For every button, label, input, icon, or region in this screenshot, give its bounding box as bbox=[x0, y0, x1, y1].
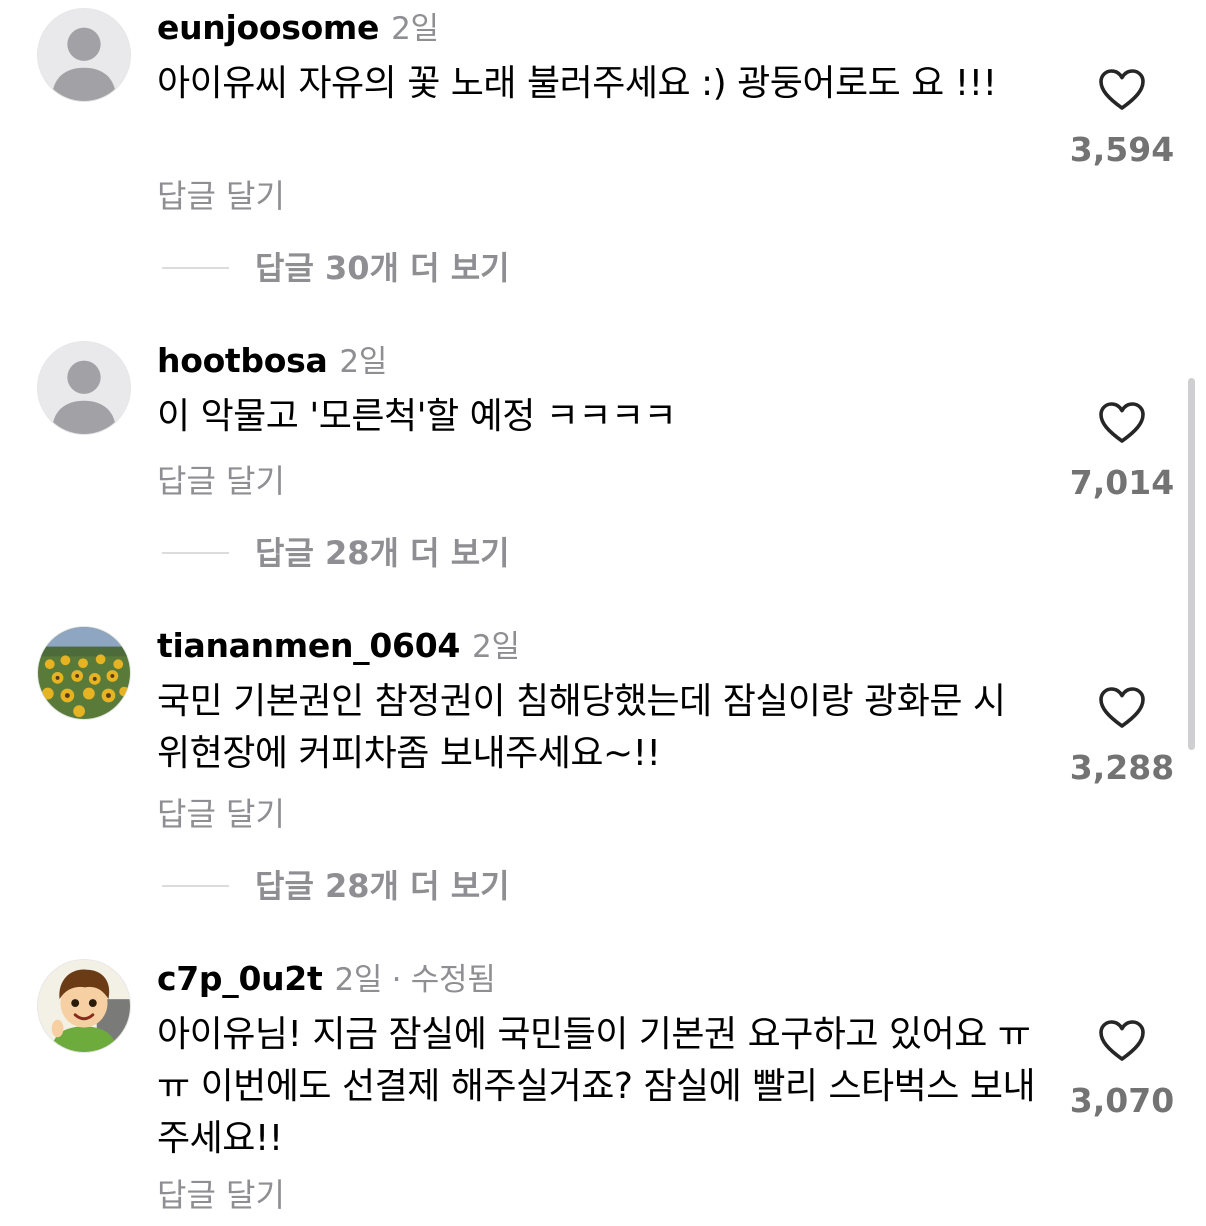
scrollbar[interactable] bbox=[1188, 378, 1195, 750]
comment-edited: · 수정됨 bbox=[382, 962, 496, 998]
divider-line bbox=[162, 267, 229, 269]
cartoon-boy-avatar-icon bbox=[38, 960, 130, 1052]
view-more-replies-label: 답글 30개 더 보기 bbox=[255, 249, 510, 287]
heart-icon[interactable] bbox=[1098, 686, 1146, 730]
comment-text: 아이유씨 자유의 꽃 노래 불러주세요 :) 광둥어로도 요 !!! bbox=[157, 63, 997, 104]
like-count: 3,070 bbox=[1069, 1081, 1175, 1120]
comment-header: c7p_0u2t 2일 · 수정됨 bbox=[157, 959, 496, 1000]
comment-time: 2일 bbox=[472, 629, 520, 665]
sunflower-field-avatar-icon bbox=[38, 627, 130, 719]
comment-text: 이 악물고 '모른척'할 예정 ㅋㅋㅋㅋ bbox=[157, 396, 677, 437]
comment-time: 2일 bbox=[391, 11, 439, 47]
view-more-replies-button[interactable]: 답글 28개 더 보기 bbox=[162, 533, 510, 573]
divider-line bbox=[162, 552, 229, 554]
view-more-replies-button[interactable]: 답글 30개 더 보기 bbox=[162, 248, 510, 288]
comment-header: hootbosa 2일 bbox=[157, 341, 387, 382]
divider-line bbox=[162, 885, 229, 887]
comment-username[interactable]: tiananmen_0604 bbox=[157, 626, 460, 665]
user-avatar[interactable] bbox=[37, 959, 131, 1053]
heart-icon[interactable] bbox=[1098, 1019, 1146, 1063]
comment-username[interactable]: hootbosa bbox=[157, 341, 328, 380]
comment-text: 아이유님! 지금 잠실에 국민들이 기본권 요구하고 있어요 ㅠㅠ 이번에도 선… bbox=[157, 1014, 1036, 1159]
like-control: 7,014 bbox=[1066, 401, 1178, 503]
comment-username[interactable]: eunjoosome bbox=[157, 8, 379, 47]
default-avatar-icon bbox=[38, 9, 130, 101]
reply-button[interactable]: 답글 달기 bbox=[157, 1175, 285, 1215]
view-more-replies-label: 답글 28개 더 보기 bbox=[255, 534, 510, 572]
user-avatar[interactable] bbox=[37, 8, 131, 102]
like-control: 3,594 bbox=[1066, 68, 1178, 170]
reply-button[interactable]: 답글 달기 bbox=[157, 461, 285, 501]
reply-button[interactable]: 답글 달기 bbox=[157, 794, 285, 834]
like-control: 3,288 bbox=[1066, 686, 1178, 788]
like-count: 3,288 bbox=[1069, 748, 1175, 787]
reply-button[interactable]: 답글 달기 bbox=[157, 176, 285, 216]
heart-icon[interactable] bbox=[1098, 68, 1146, 112]
comment-time: 2일 bbox=[339, 344, 388, 380]
heart-icon[interactable] bbox=[1098, 401, 1146, 445]
view-more-replies-button[interactable]: 답글 28개 더 보기 bbox=[162, 866, 510, 906]
user-avatar[interactable] bbox=[37, 341, 131, 435]
like-control: 3,070 bbox=[1066, 1019, 1178, 1121]
comment-header: eunjoosome 2일 bbox=[157, 8, 439, 49]
default-avatar-icon bbox=[38, 342, 130, 434]
comment-text: 국민 기본권인 참정권이 침해당했는데 잠실이랑 광화문 시위현장에 커피차좀 … bbox=[157, 681, 1006, 774]
comment-username[interactable]: c7p_0u2t bbox=[157, 959, 323, 998]
like-count: 3,594 bbox=[1069, 130, 1175, 169]
comment-time: 2일 bbox=[334, 962, 383, 998]
like-count: 7,014 bbox=[1069, 463, 1175, 502]
view-more-replies-label: 답글 28개 더 보기 bbox=[255, 867, 510, 905]
user-avatar[interactable] bbox=[37, 626, 131, 720]
comment-header: tiananmen_0604 2일 bbox=[157, 626, 520, 667]
